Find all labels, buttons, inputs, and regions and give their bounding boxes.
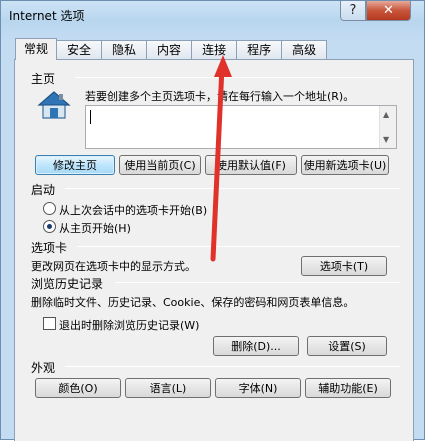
tab-privacy[interactable]: 隐私 <box>101 40 148 60</box>
tab-connections[interactable]: 连接 <box>191 40 238 60</box>
tabs-settings-button[interactable]: 选项卡(T) <box>301 256 387 276</box>
appearance-separator <box>65 366 400 367</box>
history-separator <box>115 282 400 283</box>
tab-strip: 常规 安全 隐私 内容 连接 程序 高级 <box>15 38 328 60</box>
startup-section-label: 启动 <box>31 183 56 197</box>
tab-programs[interactable]: 程序 <box>236 40 283 60</box>
title-bar[interactable]: Internet 选项 ? ✕ <box>1 1 424 31</box>
radio-last-session[interactable] <box>43 202 56 215</box>
history-section-label: 浏览历史记录 <box>31 277 104 291</box>
close-button[interactable]: ✕ <box>366 1 411 21</box>
help-button[interactable]: ? <box>340 1 366 21</box>
home-separator <box>75 77 400 78</box>
scroll-down-arrow-icon[interactable]: ▼ <box>383 135 389 144</box>
text-caret <box>90 110 91 124</box>
scroll-up-arrow-icon[interactable]: ▲ <box>383 110 389 119</box>
startup-separator <box>65 188 400 189</box>
use-new-tab-button[interactable]: 使用新选项卡(U) <box>301 155 389 175</box>
tabs-section-label: 选项卡 <box>31 241 68 255</box>
radio-home-page[interactable] <box>43 220 56 233</box>
home-section-label: 主页 <box>31 72 56 86</box>
home-description: 若要创建多个主页选项卡，请在每行输入一个地址(R)。 <box>85 90 355 103</box>
tab-security[interactable]: 安全 <box>56 40 103 60</box>
use-default-button[interactable]: 使用默认值(F) <box>205 155 297 175</box>
home-icon <box>37 90 71 123</box>
tab-advanced[interactable]: 高级 <box>281 40 328 60</box>
internet-options-window: Internet 选项 ? ✕ 常规 安全 隐私 内容 连接 程序 高级 主页 … <box>0 0 425 441</box>
history-settings-button[interactable]: 设置(S) <box>307 336 387 356</box>
home-url-textarea[interactable]: ▲ ▼ <box>85 105 397 149</box>
tabs-separator <box>77 246 400 247</box>
tabs-description: 更改网页在选项卡中的显示方式。 <box>31 260 196 273</box>
general-tab-panel: 主页 若要创建多个主页选项卡，请在每行输入一个地址(R)。 ▲ ▼ 修改主页 使… <box>14 59 414 441</box>
radio-home-page-label: 从主页开始(H) <box>59 222 131 235</box>
use-current-button[interactable]: 使用当前页(C) <box>119 155 201 175</box>
colors-button[interactable]: 颜色(O) <box>35 378 121 398</box>
delete-on-exit-checkbox[interactable] <box>43 317 56 330</box>
history-description: 删除临时文件、历史记录、Cookie、保存的密码和网页表单信息。 <box>31 296 355 309</box>
tab-content[interactable]: 内容 <box>146 40 193 60</box>
modify-home-button[interactable]: 修改主页 <box>35 155 115 175</box>
accessibility-button[interactable]: 辅助功能(E) <box>305 378 391 398</box>
tab-general[interactable]: 常规 <box>15 38 58 60</box>
delete-history-button[interactable]: 删除(D)... <box>213 336 299 356</box>
languages-button[interactable]: 语言(L) <box>125 378 211 398</box>
appearance-section-label: 外观 <box>31 361 56 375</box>
home-url-scrollbar[interactable]: ▲ ▼ <box>379 106 396 148</box>
radio-last-session-label: 从上次会话中的选项卡开始(B) <box>59 204 208 217</box>
delete-on-exit-label: 退出时删除浏览历史记录(W) <box>59 319 200 332</box>
fonts-button[interactable]: 字体(N) <box>215 378 301 398</box>
window-title: Internet 选项 <box>9 9 85 23</box>
